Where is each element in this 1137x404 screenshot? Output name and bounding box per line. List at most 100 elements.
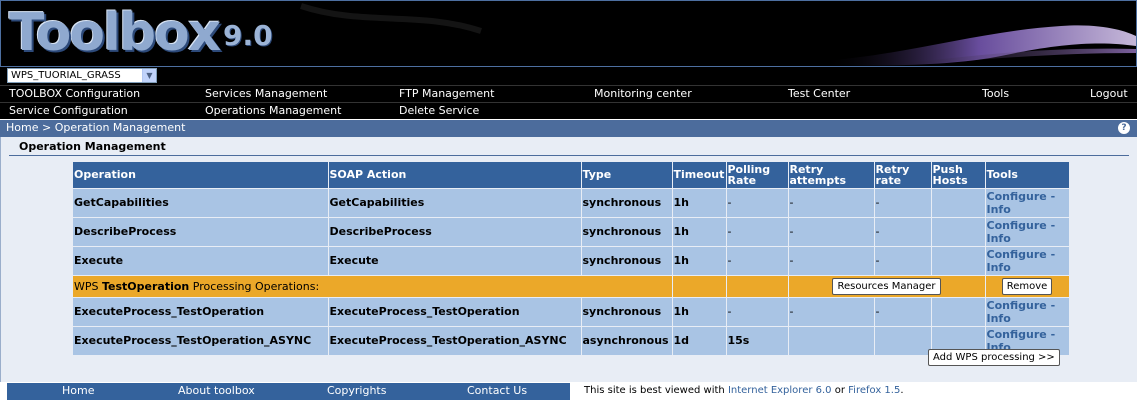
configure-link[interactable]: Configure [987,248,1047,261]
cell-polling-rate: - [726,217,789,247]
menu-toolbox-configuration[interactable]: TOOLBOX Configuration [9,87,140,100]
col-type: Type [581,162,673,189]
cell-push-hosts [931,188,986,218]
menu-ftp-management[interactable]: FTP Management [399,87,494,100]
info-link[interactable]: Info [987,232,1011,245]
col-retry-rate: Retry rate [874,162,932,189]
menu-operations-management[interactable]: Operations Management [205,104,341,117]
cell-retry-attempts: - [788,246,875,276]
menu-tools[interactable]: Tools [982,87,1009,100]
cell-push-hosts [931,297,986,327]
menu-delete-service[interactable]: Delete Service [399,104,479,117]
service-select-value: WPS_TUORIAL_GRASS [11,70,121,81]
cell-polling-rate: 15s [726,326,789,356]
cell-operation: DescribeProcess [73,217,329,247]
service-select[interactable]: WPS_TUORIAL_GRASS ▼ [7,68,157,83]
section-title: Operation Management [9,139,1129,156]
ie-link[interactable]: Internet Explorer 6.0 [728,385,832,396]
cell-push-hosts [931,217,986,247]
col-polling-rate: Polling Rate [726,162,789,189]
browser-note-prefix: This site is best viewed with [584,385,728,396]
tools-separator: - [1050,298,1056,312]
cell-tools: Configure - Info [985,188,1070,218]
group-label: WPS TestOperation Processing Operations: [73,275,673,298]
configure-link[interactable]: Configure [987,299,1047,312]
cell-operation: ExecuteProcess_TestOperation_ASYNC [73,326,329,356]
tools-separator: - [1050,247,1056,261]
footer-about-link[interactable]: About toolbox [178,384,255,397]
cell-retry-attempts [788,326,875,356]
info-link[interactable]: Info [987,261,1011,274]
group-suffix: Processing Operations: [189,279,320,293]
table-row: Execute Execute synchronous 1h - - - Con… [73,246,1070,276]
group-cell [672,275,727,298]
tools-separator: - [1050,218,1056,232]
cell-tools: Configure - Info [985,297,1070,327]
group-prefix: WPS [74,279,102,293]
cell-tools: Configure - Info [985,246,1070,276]
cell-soap-action: Execute [328,246,582,276]
cell-timeout: 1h [672,188,727,218]
help-icon[interactable]: ? [1118,122,1130,134]
content-area: Operation Management Operation SOAP Acti… [0,137,1137,382]
cell-type: synchronous [581,297,673,327]
col-timeout: Timeout [672,162,727,189]
cell-retry-attempts: - [788,188,875,218]
cell-soap-action: ExecuteProcess_TestOperation_ASYNC [328,326,582,356]
cell-type: synchronous [581,246,673,276]
menu-test-center[interactable]: Test Center [788,87,850,100]
header-banner: Toolbox 9.0 [0,0,1137,67]
table-row: DescribeProcess DescribeProcess synchron… [73,217,1070,247]
cell-timeout: 1h [672,297,727,327]
tools-separator: - [1050,189,1056,203]
menu-service-configuration[interactable]: Service Configuration [9,104,128,117]
remove-button[interactable]: Remove [1001,277,1053,295]
col-tools: Tools [985,162,1070,189]
table-row: GetCapabilities GetCapabilities synchron… [73,188,1070,218]
add-wps-processing-button[interactable]: Add WPS processing >> [928,349,1060,366]
configure-link[interactable]: Configure [987,328,1047,341]
footer-home-link[interactable]: Home [62,384,94,397]
info-link[interactable]: Info [987,312,1011,325]
cell-timeout: 1h [672,217,727,247]
cell-retry-attempts: - [788,297,875,327]
resources-manager-button[interactable]: Resources Manager [832,277,941,295]
configure-link[interactable]: Configure [987,190,1047,203]
chevron-down-icon[interactable]: ▼ [142,69,156,82]
toolbox-logo: Toolbox [9,3,221,63]
group-cell [726,275,789,298]
sub-menu: Service Configuration Operations Managem… [0,102,1137,119]
table-row: ExecuteProcess_TestOperation_ASYNC Execu… [73,326,1070,356]
cell-soap-action: ExecuteProcess_TestOperation [328,297,582,327]
group-cell: Remove [985,275,1070,298]
info-link[interactable]: Info [987,203,1011,216]
menu-logout[interactable]: Logout [1090,87,1128,100]
cell-retry-rate: - [874,297,932,327]
cell-timeout: 1h [672,246,727,276]
cell-soap-action: GetCapabilities [328,188,582,218]
cell-polling-rate: - [726,246,789,276]
firefox-link[interactable]: Firefox 1.5 [848,385,900,396]
group-cell: Resources Manager [788,275,986,298]
cell-retry-rate: - [874,217,932,247]
cell-soap-action: DescribeProcess [328,217,582,247]
configure-link[interactable]: Configure [987,219,1047,232]
tools-separator: - [1050,327,1056,341]
cell-operation: Execute [73,246,329,276]
breadcrumb-text[interactable]: Home > Operation Management [6,121,185,134]
service-selector-row: WPS_TUORIAL_GRASS ▼ [0,67,1137,85]
operations-table: Operation SOAP Action Type Timeout Polli… [73,162,1070,356]
cell-timeout: 1d [672,326,727,356]
col-soap-action: SOAP Action [328,162,582,189]
menu-services-management[interactable]: Services Management [205,87,327,100]
version-logo: 9.0 [223,19,273,52]
menu-monitoring-center[interactable]: Monitoring center [594,87,692,100]
col-retry-attempts: Retry attempts [788,162,875,189]
footer-contact-link[interactable]: Contact Us [467,384,527,397]
cell-retry-rate: - [874,188,932,218]
group-name: TestOperation [102,279,190,293]
processing-group-row: WPS TestOperation Processing Operations:… [73,275,1070,298]
cell-polling-rate: - [726,188,789,218]
cell-type: synchronous [581,188,673,218]
footer-copyrights-link[interactable]: Copyrights [327,384,386,397]
